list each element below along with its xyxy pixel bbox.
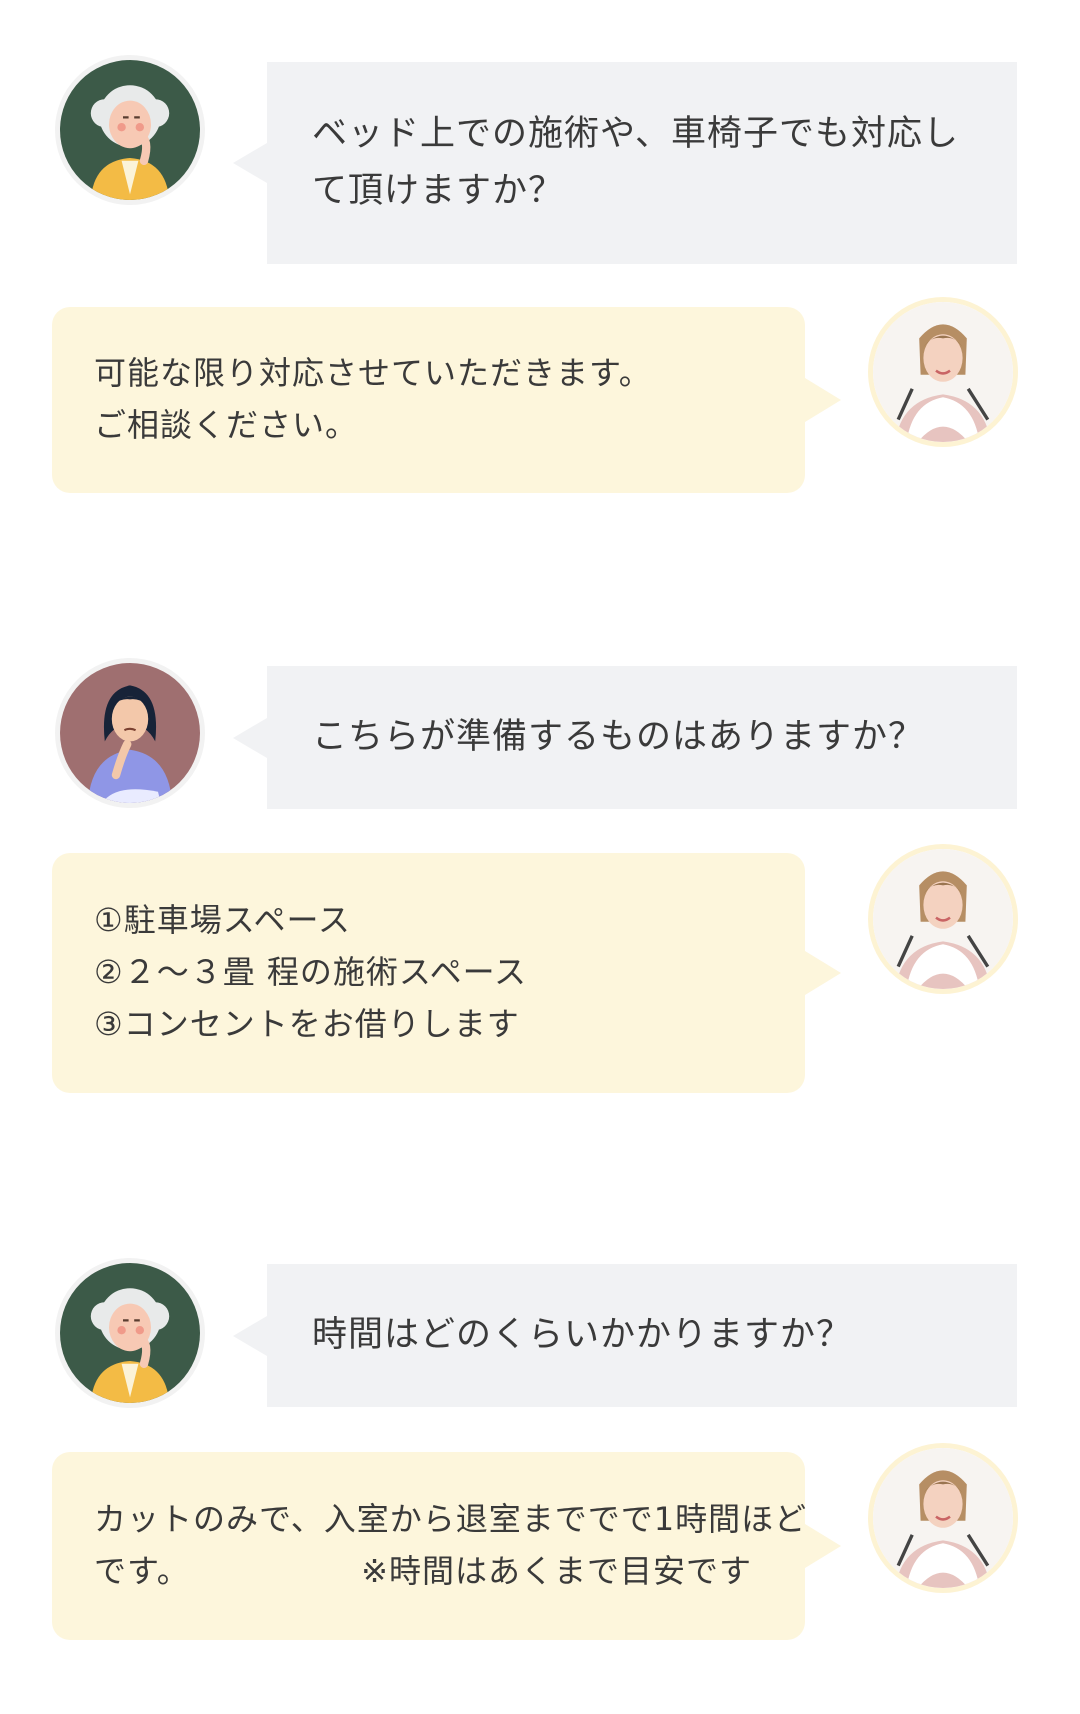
question-line: こちらが準備するものはありますか？ [312, 717, 925, 758]
answer-line: ご相談ください。 [94, 406, 359, 444]
answer-line: 可能な限り対応させていただきます。 [94, 354, 652, 393]
answer-line: ①駐車場スペース [94, 901, 351, 940]
question-text: こちらが準備するものはありますか？ [312, 709, 924, 766]
question-bubble: こちらが準備するものはありますか？ [233, 666, 1017, 809]
stylist-avatar [868, 844, 1018, 994]
answer-line: カットのみで、入室から退室まででで1時間ほど [94, 1500, 808, 1539]
answer-bubble: カットのみで、入室から退室まででで1時間ほど です。 ※時間はあくまで目安です [52, 1452, 841, 1640]
question-line: ベッド上での施術や、車椅子でも対応し [312, 114, 959, 155]
question-bubble: 時間はどのくらいかかりますか？ [233, 1264, 1017, 1407]
elderly-woman-avatar [55, 1258, 205, 1408]
answer-text: ①駐車場スペース ②２～３畳 程の施術スペース ③コンセントをお借りします [94, 895, 527, 1050]
stylist-avatar [868, 297, 1018, 447]
answer-text: カットのみで、入室から退室まででで1時間ほど です。 ※時間はあくまで目安です [94, 1494, 807, 1598]
answer-line: ②２～３畳 程の施術スペース [94, 953, 528, 992]
woman-avatar [55, 658, 205, 808]
question-line: て頂けますか？ [312, 171, 565, 211]
question-text: ベッド上での施術や、車椅子でも対応し て頂けますか？ [312, 106, 959, 219]
answer-bubble: ①駐車場スペース ②２～３畳 程の施術スペース ③コンセントをお借りします [52, 853, 841, 1093]
question-text: 時間はどのくらいかかりますか？ [312, 1307, 852, 1364]
answer-line: ③コンセントをお借りします [94, 1004, 520, 1043]
answer-line: です。 ※時間はあくまで目安です [94, 1552, 752, 1590]
answer-text: 可能な限り対応させていただきます。 ご相談ください。 [94, 348, 652, 452]
elderly-woman-avatar [55, 55, 205, 205]
question-bubble: ベッド上での施術や、車椅子でも対応し て頂けますか？ [233, 62, 1017, 264]
faq-page: { "faqs": [ { "question": ["ベッド上での施術や、車椅… [0, 0, 1080, 1714]
stylist-avatar [868, 1443, 1018, 1593]
question-line: 時間はどのくらいかかりますか？ [312, 1315, 853, 1356]
answer-bubble: 可能な限り対応させていただきます。 ご相談ください。 [52, 307, 841, 493]
